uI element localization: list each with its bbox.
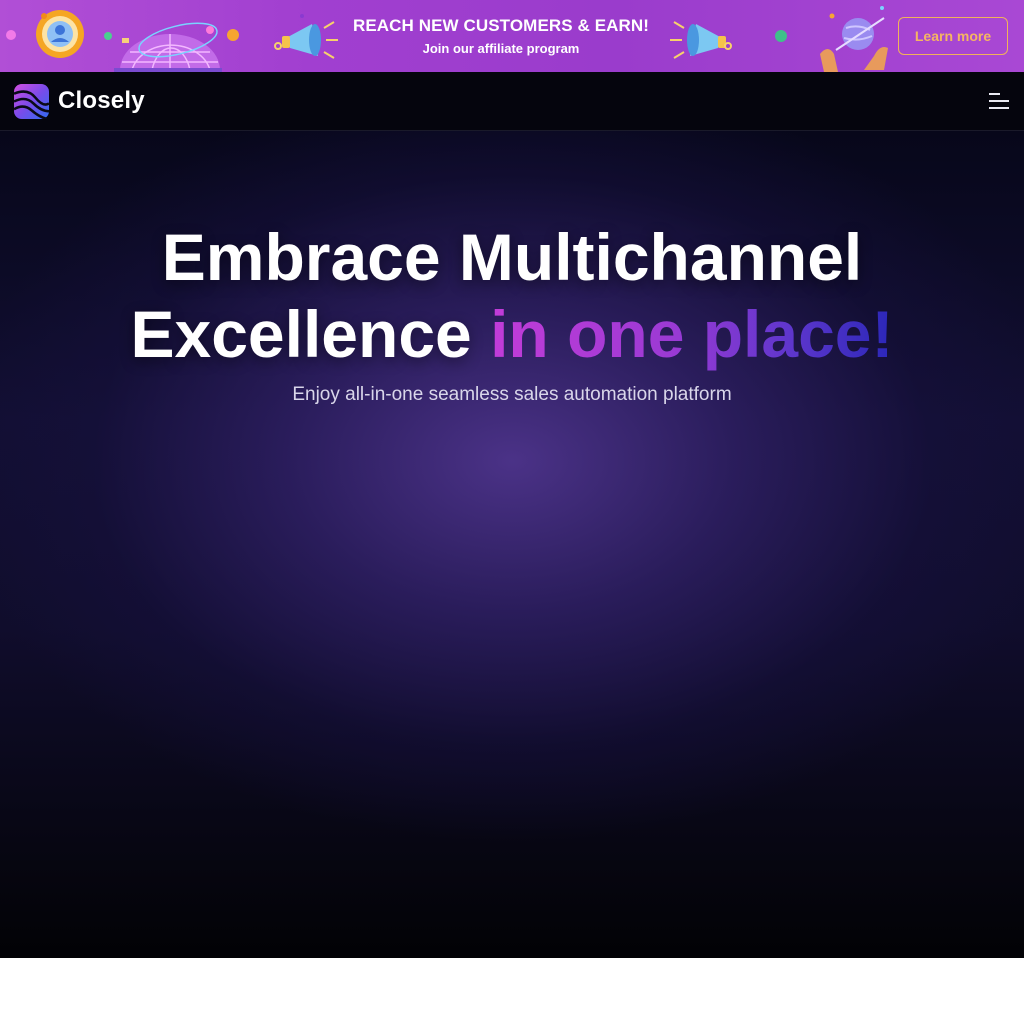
hero-tagline: Enjoy all-in-one seamless sales automati… (292, 384, 732, 405)
brand-logo-link[interactable]: Closely (14, 83, 145, 119)
learn-more-button[interactable]: Learn more (898, 17, 1008, 55)
hamburger-menu-icon[interactable] (986, 90, 1012, 112)
brand-name: Closely (58, 87, 145, 114)
closely-logo-icon (14, 83, 49, 119)
headline-accent: in one place! (490, 297, 894, 371)
headline-line-1: Embrace Multichannel (161, 220, 863, 294)
hero-headline: Embrace Multichannel Excellence in one p… (0, 219, 1024, 373)
planet-in-hands-icon (820, 6, 888, 72)
dot-decoration-icon (775, 30, 787, 42)
affiliate-promo-banner: REACH NEW CUSTOMERS & EARN! Join our aff… (0, 0, 1024, 72)
hero-section: Embrace Multichannel Excellence in one p… (0, 131, 1024, 958)
headline-line-2: Excellence in one place! (0, 296, 1024, 373)
megaphone-icon (670, 21, 732, 59)
headline-plain: Excellence (130, 297, 472, 371)
top-navbar: Closely (0, 72, 1024, 131)
